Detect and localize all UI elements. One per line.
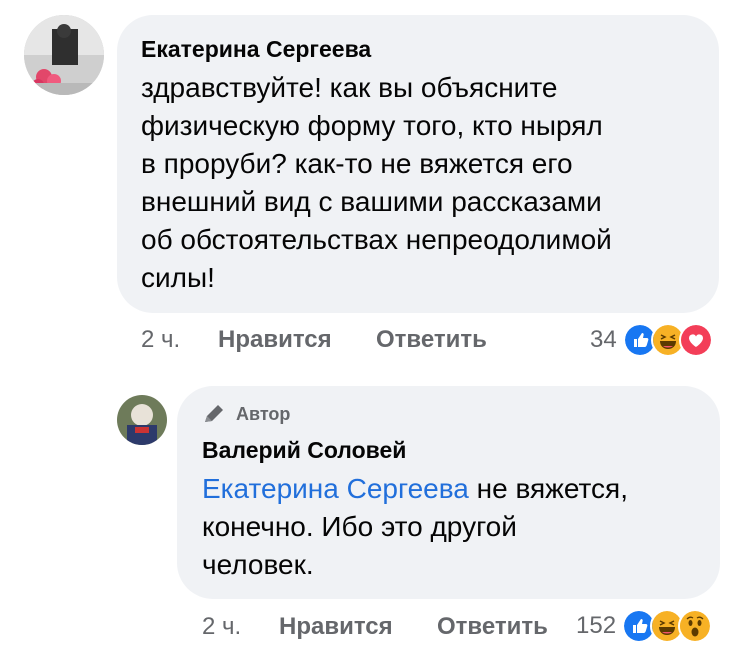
comment-bubble: Екатерина Сергеева здравствуйте! как вы … (117, 15, 719, 313)
avatar-photo (24, 15, 104, 95)
author-badge: Автор (202, 403, 698, 425)
reaction-count: 152 (576, 612, 617, 639)
reaction-summary[interactable]: 34 (590, 323, 713, 357)
reply-button[interactable]: Ответить (376, 326, 487, 354)
reply-avatar[interactable] (117, 395, 167, 445)
avatar-photo (117, 395, 167, 445)
reply-like-button[interactable]: Нравится (279, 613, 393, 641)
wow-icon (678, 609, 713, 643)
reply-time[interactable]: 2 ч. (202, 613, 241, 641)
like-button[interactable]: Нравится (218, 326, 332, 354)
comment-time[interactable]: 2 ч. (141, 326, 180, 354)
avatar[interactable] (24, 15, 104, 95)
reply-author[interactable]: Валерий Соловей (202, 437, 698, 464)
comment-text: здравствуйте! как вы объясните физическу… (141, 72, 612, 293)
pencil-icon (205, 405, 223, 422)
reply-reply-button[interactable]: Ответить (437, 613, 548, 641)
mention-link[interactable]: Екатерина Сергеева (202, 473, 469, 504)
reply-text: Екатерина Сергеева не вяжется, конечно. … (202, 473, 628, 580)
reply-reaction-summary[interactable]: 152 (576, 609, 713, 643)
reply-bubble: Автор Валерий Соловей Екатерина Сергеева… (177, 386, 720, 599)
reaction-count: 34 (590, 326, 617, 353)
love-icon (678, 323, 713, 357)
comment-author[interactable]: Екатерина Сергеева (141, 36, 697, 63)
